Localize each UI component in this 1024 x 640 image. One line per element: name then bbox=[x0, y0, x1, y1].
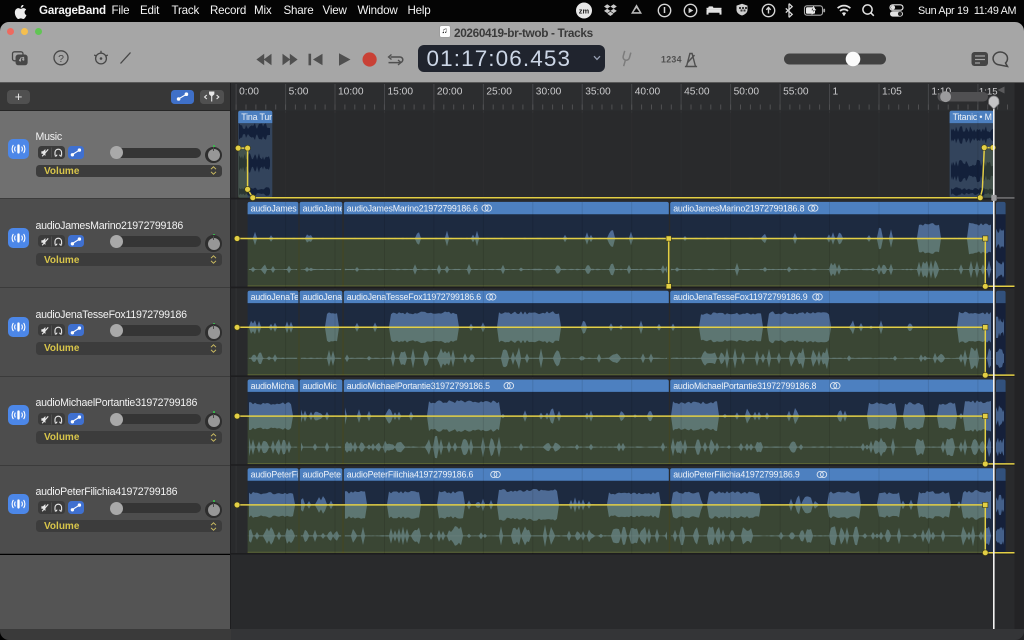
svg-text:25:00: 25:00 bbox=[486, 87, 512, 98]
svg-text:audioJame: audioJame bbox=[303, 203, 345, 213]
svg-text:audioMichaelPortantie319727991: audioMichaelPortantie31972799186.8 bbox=[673, 381, 816, 391]
svg-text:20:00: 20:00 bbox=[437, 87, 463, 98]
svg-text:15:00: 15:00 bbox=[388, 87, 414, 98]
svg-text:40:00: 40:00 bbox=[635, 87, 661, 98]
svg-text:audioJamesMarino21972799186.8: audioJamesMarino21972799186.8 bbox=[673, 203, 804, 213]
svg-text:0:00: 0:00 bbox=[239, 87, 259, 98]
svg-text:30:00: 30:00 bbox=[536, 87, 562, 98]
svg-text:Titanic • M: Titanic • M bbox=[953, 112, 992, 122]
svg-text:1234: 1234 bbox=[661, 55, 682, 65]
svg-text:audioMicha: audioMicha bbox=[251, 381, 295, 391]
svg-text:audioJenaTe: audioJenaTe bbox=[251, 292, 299, 302]
svg-text:35:00: 35:00 bbox=[585, 87, 611, 98]
svg-text:audioPeterFilichia41972799186.: audioPeterFilichia41972799186.6 bbox=[347, 470, 474, 480]
svg-text:audioMic: audioMic bbox=[303, 381, 338, 391]
svg-text:55:00: 55:00 bbox=[783, 87, 809, 98]
svg-text:50:00: 50:00 bbox=[734, 87, 760, 98]
svg-text:audioPeterFilichia41972799186.: audioPeterFilichia41972799186.9 bbox=[673, 470, 800, 480]
svg-text:audioPeterFi: audioPeterFi bbox=[251, 470, 299, 480]
svg-text:zm: zm bbox=[579, 7, 590, 16]
svg-text:?: ? bbox=[58, 53, 64, 65]
svg-text:Tina Tur: Tina Tur bbox=[241, 112, 272, 122]
svg-text:audioJena: audioJena bbox=[303, 292, 343, 302]
svg-text:audioJenaTesseFox11972799186.9: audioJenaTesseFox11972799186.9 bbox=[673, 292, 808, 302]
svg-text:1:05: 1:05 bbox=[882, 87, 902, 98]
svg-text:5:00: 5:00 bbox=[289, 87, 309, 98]
svg-text:45:00: 45:00 bbox=[684, 87, 710, 98]
svg-text:audioJames: audioJames bbox=[251, 203, 298, 213]
svg-text:audioJamesMarino21972799186.6: audioJamesMarino21972799186.6 bbox=[347, 203, 478, 213]
svg-text:audioMichaelPortantie319727991: audioMichaelPortantie31972799186.5 bbox=[347, 381, 490, 391]
svg-text:1: 1 bbox=[833, 87, 839, 98]
svg-text:audioJenaTesseFox11972799186.6: audioJenaTesseFox11972799186.6 bbox=[347, 292, 482, 302]
svg-text:10:00: 10:00 bbox=[338, 87, 364, 98]
